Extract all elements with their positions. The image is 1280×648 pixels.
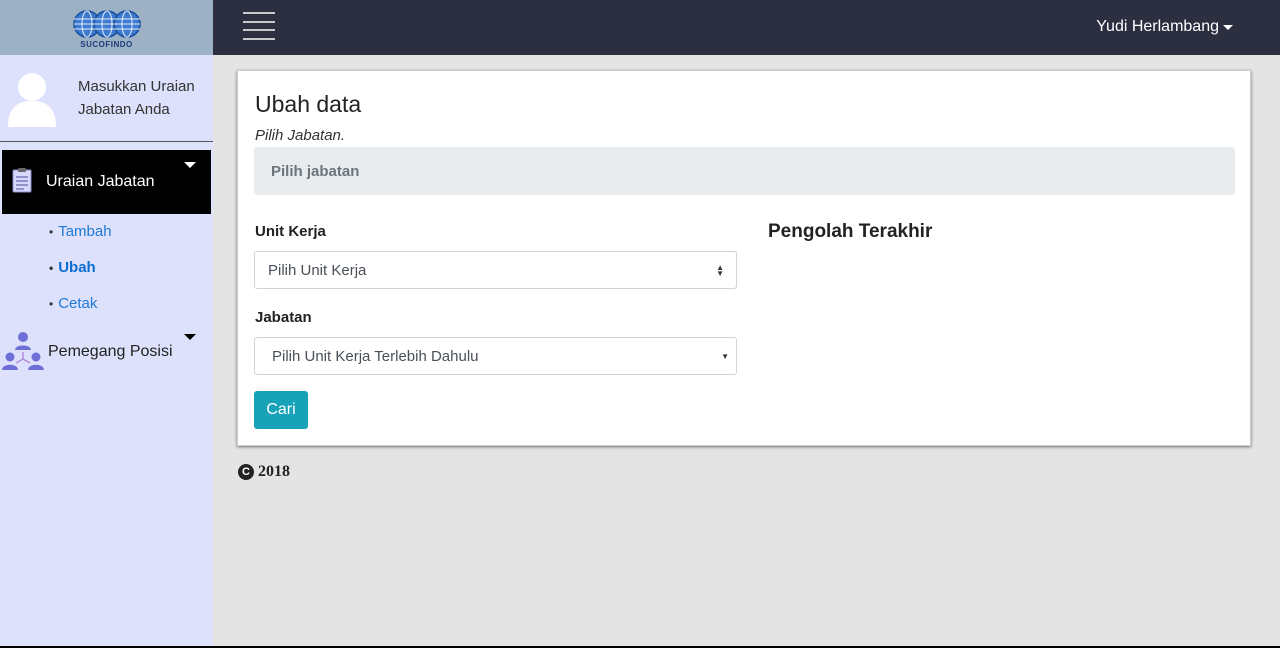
pengolah-terakhir-heading: Pengolah Terakhir bbox=[768, 221, 933, 242]
clipboard-icon bbox=[12, 167, 32, 198]
user-description-line1: Masukkan Uraian bbox=[78, 78, 195, 95]
user-dropdown[interactable]: Yudi Herlambang bbox=[1096, 18, 1233, 36]
footer: C 2018 bbox=[238, 463, 290, 481]
submenu-item-tambah[interactable]: • Tambah bbox=[49, 223, 112, 240]
user-description-line2: Jabatan Anda bbox=[78, 101, 170, 118]
chevron-down-icon: ▼ bbox=[721, 352, 729, 361]
select-arrows-icon: ▲ ▼ bbox=[716, 263, 724, 278]
hamburger-menu-icon[interactable] bbox=[243, 12, 275, 40]
sidebar-item-label: Pemegang Posisi bbox=[48, 343, 173, 360]
form-card: Ubah data Pilih Jabatan. Pilih jabatan U… bbox=[237, 70, 1251, 446]
submenu-item-ubah[interactable]: • Ubah bbox=[49, 259, 96, 276]
logo[interactable]: SUCOFINDO bbox=[0, 0, 213, 55]
page-title: Ubah data bbox=[255, 91, 362, 117]
page-subtitle: Pilih Jabatan. bbox=[255, 127, 346, 144]
jabatan-value: Pilih Unit Kerja Terlebih Dahulu bbox=[272, 347, 479, 365]
bullet-icon: • bbox=[49, 260, 54, 275]
user-avatar-icon bbox=[6, 69, 58, 127]
unit-kerja-select[interactable]: Pilih Unit Kerja ▲ ▼ bbox=[254, 251, 737, 289]
chevron-down-icon bbox=[184, 334, 196, 340]
submenu-label: Tambah bbox=[58, 223, 112, 240]
user-name: Yudi Herlambang bbox=[1096, 18, 1219, 35]
bullet-icon: • bbox=[49, 296, 54, 311]
topbar: Yudi Herlambang bbox=[213, 0, 1280, 55]
footer-year: 2018 bbox=[258, 463, 290, 480]
submenu-label: Ubah bbox=[58, 259, 96, 276]
submenu-item-cetak[interactable]: • Cetak bbox=[49, 295, 97, 312]
bullet-icon: • bbox=[49, 224, 54, 239]
cari-button[interactable]: Cari bbox=[254, 391, 308, 429]
chevron-down-icon bbox=[1223, 24, 1233, 30]
logo-text: SUCOFINDO bbox=[80, 39, 133, 49]
unit-kerja-value: Pilih Unit Kerja bbox=[268, 261, 367, 279]
sidebar: SUCOFINDO Masukkan Uraian Jabatan Anda U bbox=[0, 0, 213, 648]
pilih-jabatan-bar[interactable]: Pilih jabatan bbox=[254, 147, 1235, 195]
copyright-icon: C bbox=[238, 464, 254, 480]
globe-logo-icon bbox=[72, 9, 142, 39]
jabatan-select[interactable]: Pilih Unit Kerja Terlebih Dahulu ▼ bbox=[254, 337, 737, 375]
jabatan-label: Jabatan bbox=[255, 309, 312, 326]
sidebar-item-uraian-jabatan[interactable]: Uraian Jabatan bbox=[2, 150, 211, 214]
user-description: Masukkan Uraian Jabatan Anda bbox=[78, 75, 195, 121]
chevron-down-icon bbox=[184, 162, 196, 168]
user-panel: Masukkan Uraian Jabatan Anda bbox=[0, 55, 213, 142]
org-chart-icon bbox=[2, 330, 44, 379]
sidebar-item-label: Uraian Jabatan bbox=[46, 173, 155, 190]
unit-kerja-label: Unit Kerja bbox=[255, 223, 326, 240]
sidebar-item-pemegang-posisi[interactable]: Pemegang Posisi bbox=[0, 330, 213, 379]
submenu-label: Cetak bbox=[58, 295, 98, 312]
